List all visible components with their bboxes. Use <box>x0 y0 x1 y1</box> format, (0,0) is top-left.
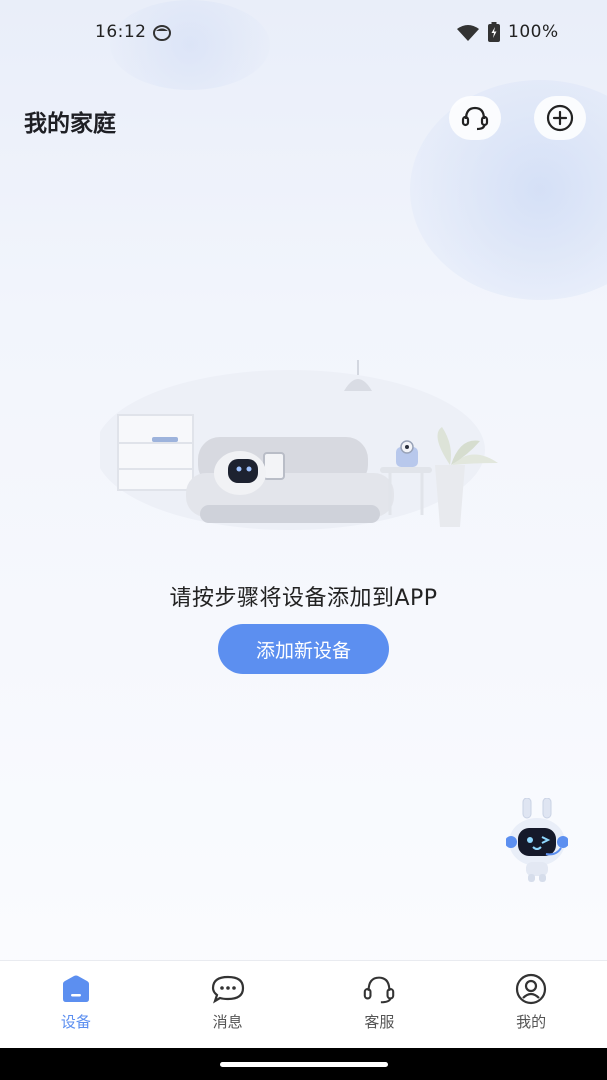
wifi-icon <box>457 25 479 41</box>
nav-item-profile[interactable]: 我的 <box>455 961 607 1048</box>
living-room-illustration <box>100 360 498 530</box>
status-bar: 16:12 100% <box>0 0 607 64</box>
battery-icon <box>488 22 500 42</box>
nav-label: 我的 <box>516 1013 547 1031</box>
notification-face-icon <box>153 25 171 41</box>
message-icon <box>211 975 244 1004</box>
customer-support-button[interactable] <box>449 96 501 140</box>
nav-item-messages[interactable]: 消息 <box>152 961 304 1048</box>
plus-circle-icon <box>546 104 574 132</box>
nav-label: 设备 <box>60 1013 91 1031</box>
profile-icon <box>516 973 547 1005</box>
assistant-robot-icon[interactable] <box>506 798 568 882</box>
headset-icon <box>364 976 395 1004</box>
nav-label: 消息 <box>212 1013 243 1031</box>
status-time: 16:12 <box>95 22 147 42</box>
nav-label: 客服 <box>364 1013 395 1031</box>
empty-state-message: 请按步骤将设备添加到APP <box>169 586 438 611</box>
nav-item-support[interactable]: 客服 <box>304 961 456 1048</box>
app-screen: 16:12 100% 我的家庭 请按步骤将设备添加到APP 添加新设备 设备 消… <box>0 0 607 1048</box>
gesture-handle[interactable] <box>220 1062 388 1067</box>
page-title: 我的家庭 <box>24 111 116 137</box>
bottom-navigation: 设备 消息 客服 我的 <box>0 960 607 1048</box>
add-new-device-button[interactable]: 添加新设备 <box>218 624 389 674</box>
add-button[interactable] <box>534 96 586 140</box>
home-icon <box>62 975 89 1002</box>
nav-item-devices[interactable]: 设备 <box>0 961 152 1048</box>
battery-percentage: 100% <box>508 22 559 42</box>
headset-icon <box>461 106 489 131</box>
